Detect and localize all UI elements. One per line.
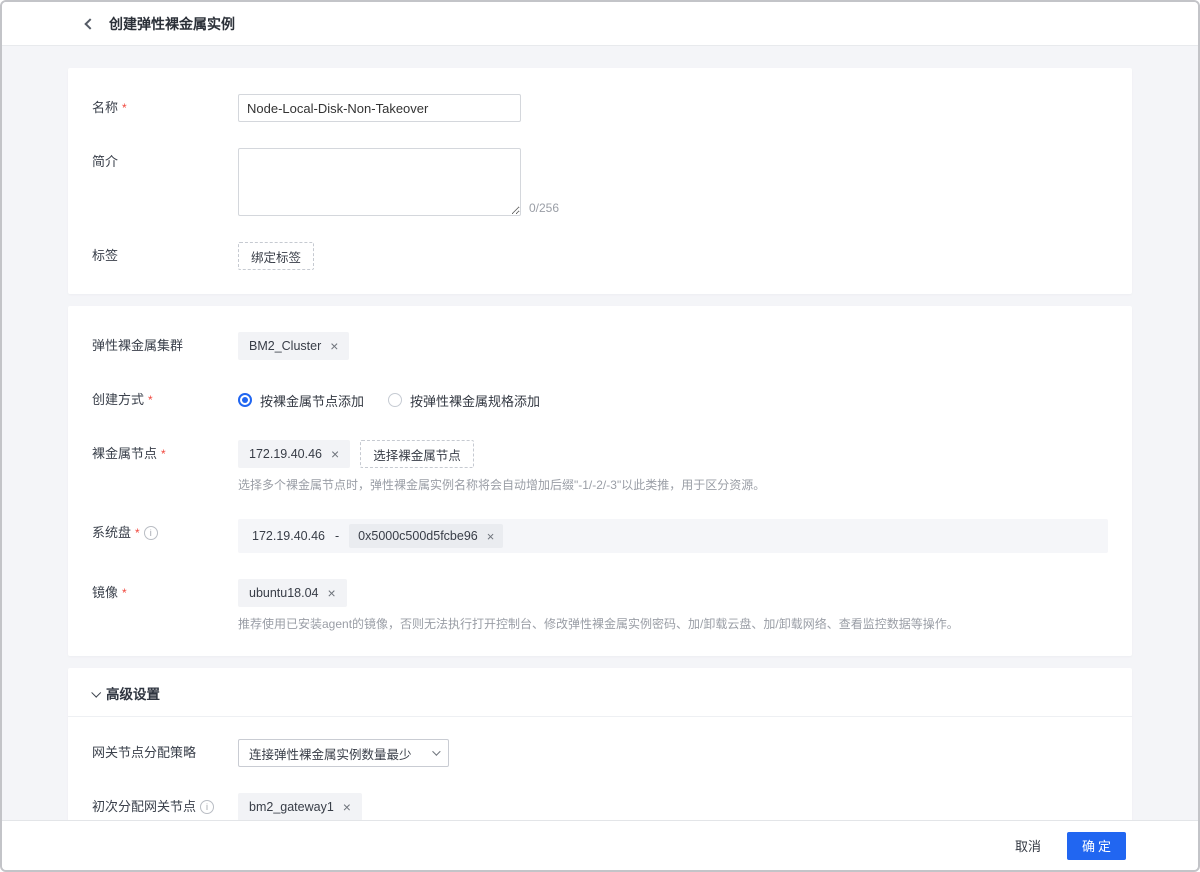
required-mark: *: [161, 440, 166, 468]
info-icon[interactable]: i: [200, 800, 214, 814]
cluster-label-text: 弹性裸金属集群: [92, 332, 183, 360]
gateway-node-tag-text: bm2_gateway1: [249, 800, 334, 814]
tags-label-text: 标签: [92, 242, 118, 270]
system-disk-row: 系统盘 * i 172.19.40.46 - 0x5000c500d5fcbe9…: [92, 519, 1108, 553]
remove-icon[interactable]: ×: [487, 530, 495, 543]
system-disk-node-ip: 172.19.40.46: [252, 529, 325, 543]
gateway-policy-row: 网关节点分配策略 连接弹性裸金属实例数量最少: [92, 739, 1108, 767]
node-tag: 172.19.40.46 ×: [238, 440, 350, 468]
gateway-policy-label: 网关节点分配策略: [92, 739, 238, 767]
radio-option-by-spec[interactable]: 按弹性裸金属规格添加: [388, 391, 540, 410]
node-label-text: 裸金属节点: [92, 440, 157, 468]
config-card: 弹性裸金属集群 BM2_Cluster × 创建方式 *: [68, 306, 1132, 656]
gateway-node-row: 初次分配网关节点 i bm2_gateway1 ×: [92, 793, 1108, 820]
remove-icon[interactable]: ×: [328, 586, 336, 600]
required-mark: *: [148, 386, 153, 414]
node-control: 172.19.40.46 × 选择裸金属节点 选择多个裸金属节点时，弹性裸金属实…: [238, 440, 1108, 493]
create-mode-row: 创建方式 * 按裸金属节点添加 按弹性裸金属规格添加: [92, 386, 1108, 414]
create-mode-label-text: 创建方式: [92, 386, 144, 414]
image-row: 镜像 * ubuntu18.04 × 推荐使用已安装agent的镜像，否则无法执…: [92, 579, 1108, 632]
cluster-row: 弹性裸金属集群 BM2_Cluster ×: [92, 332, 1108, 360]
system-disk-label-text: 系统盘: [92, 519, 131, 547]
info-icon[interactable]: i: [144, 526, 158, 540]
create-bare-metal-instance-page: 创建弹性裸金属实例 名称 * 简介: [0, 0, 1200, 872]
system-disk-tag-text: 0x5000c500d5fcbe96: [358, 529, 478, 543]
gateway-node-control: bm2_gateway1 ×: [238, 793, 1108, 820]
name-label: 名称 *: [92, 94, 238, 122]
radio-label: 按弹性裸金属规格添加: [410, 391, 540, 410]
image-label: 镜像 *: [92, 579, 238, 632]
image-hint: 推荐使用已安装agent的镜像，否则无法执行打开控制台、修改弹性裸金属实例密码、…: [238, 616, 1108, 632]
description-textarea[interactable]: [238, 148, 521, 216]
remove-icon[interactable]: ×: [331, 447, 339, 461]
advanced-settings-title: 高级设置: [106, 683, 160, 703]
description-label-text: 简介: [92, 148, 118, 176]
cluster-tag: BM2_Cluster ×: [238, 332, 349, 360]
radio-icon: [388, 393, 402, 407]
required-mark: *: [122, 579, 127, 607]
cluster-label: 弹性裸金属集群: [92, 332, 238, 360]
page-content: 名称 * 简介 0/256: [2, 46, 1198, 820]
gateway-policy-label-text: 网关节点分配策略: [92, 739, 196, 767]
node-row: 裸金属节点 * 172.19.40.46 × 选择裸金属节点 选择多个裸金属节点…: [92, 440, 1108, 493]
required-mark: *: [122, 94, 127, 122]
node-hint: 选择多个裸金属节点时，弹性裸金属实例名称将会自动增加后缀"-1/-2/-3"以此…: [238, 477, 1108, 493]
name-control: [238, 94, 1108, 122]
bind-tag-button[interactable]: 绑定标签: [238, 242, 314, 270]
create-mode-radio-group: 按裸金属节点添加 按弹性裸金属规格添加: [238, 386, 1108, 414]
gateway-node-label: 初次分配网关节点 i: [92, 793, 238, 820]
name-row: 名称 *: [92, 94, 1108, 122]
create-mode-control: 按裸金属节点添加 按弹性裸金属规格添加: [238, 386, 1108, 414]
advanced-settings-toggle[interactable]: 高级设置: [68, 668, 1132, 717]
cluster-control: BM2_Cluster ×: [238, 332, 1108, 360]
gateway-policy-value: 连接弹性裸金属实例数量最少: [249, 744, 412, 763]
radio-icon: [238, 393, 252, 407]
image-control: ubuntu18.04 × 推荐使用已安装agent的镜像，否则无法执行打开控制…: [238, 579, 1108, 632]
chevron-down-icon: [91, 687, 101, 697]
tags-row: 标签 绑定标签: [92, 242, 1108, 270]
description-label: 简介: [92, 148, 238, 216]
char-counter: 0/256: [529, 200, 559, 216]
system-disk-label: 系统盘 * i: [92, 519, 238, 553]
cluster-tag-text: BM2_Cluster: [249, 339, 321, 353]
system-disk-separator: -: [335, 529, 339, 543]
back-icon[interactable]: [84, 18, 95, 29]
required-mark: *: [135, 519, 140, 547]
page-header: 创建弹性裸金属实例: [2, 2, 1198, 46]
radio-option-by-node[interactable]: 按裸金属节点添加: [238, 391, 364, 410]
cancel-button[interactable]: 取消: [1007, 830, 1049, 861]
remove-icon[interactable]: ×: [343, 800, 351, 814]
name-input[interactable]: [238, 94, 521, 122]
system-disk-control: 172.19.40.46 - 0x5000c500d5fcbe96 ×: [238, 519, 1108, 553]
tags-label: 标签: [92, 242, 238, 270]
image-tag: ubuntu18.04 ×: [238, 579, 347, 607]
image-label-text: 镜像: [92, 579, 118, 607]
description-row: 简介 0/256: [92, 148, 1108, 216]
gateway-policy-select[interactable]: 连接弹性裸金属实例数量最少: [238, 739, 449, 767]
chevron-down-icon: [432, 747, 440, 755]
image-tag-text: ubuntu18.04: [249, 586, 319, 600]
remove-icon[interactable]: ×: [330, 339, 338, 353]
confirm-button[interactable]: 确定: [1067, 832, 1126, 860]
gateway-node-tag: bm2_gateway1 ×: [238, 793, 362, 820]
page-title: 创建弹性裸金属实例: [109, 14, 235, 34]
select-node-button[interactable]: 选择裸金属节点: [360, 440, 474, 468]
system-disk-bar: 172.19.40.46 - 0x5000c500d5fcbe96 ×: [238, 519, 1108, 553]
node-tag-text: 172.19.40.46: [249, 447, 322, 461]
gateway-policy-control: 连接弹性裸金属实例数量最少: [238, 739, 1108, 767]
tags-control: 绑定标签: [238, 242, 1108, 270]
node-label: 裸金属节点 *: [92, 440, 238, 493]
create-mode-label: 创建方式 *: [92, 386, 238, 414]
action-bar: 取消 确定: [2, 820, 1198, 870]
advanced-settings-card: 高级设置 网关节点分配策略 连接弹性裸金属实例数量最少: [68, 668, 1132, 820]
radio-label: 按裸金属节点添加: [260, 391, 364, 410]
gateway-node-label-text: 初次分配网关节点: [92, 793, 196, 820]
description-control: 0/256: [238, 148, 1108, 216]
advanced-settings-body: 网关节点分配策略 连接弹性裸金属实例数量最少 初次分配网关节点 i: [68, 717, 1132, 820]
system-disk-tag: 0x5000c500d5fcbe96 ×: [349, 524, 503, 548]
name-label-text: 名称: [92, 94, 118, 122]
basic-info-card: 名称 * 简介 0/256: [68, 68, 1132, 294]
